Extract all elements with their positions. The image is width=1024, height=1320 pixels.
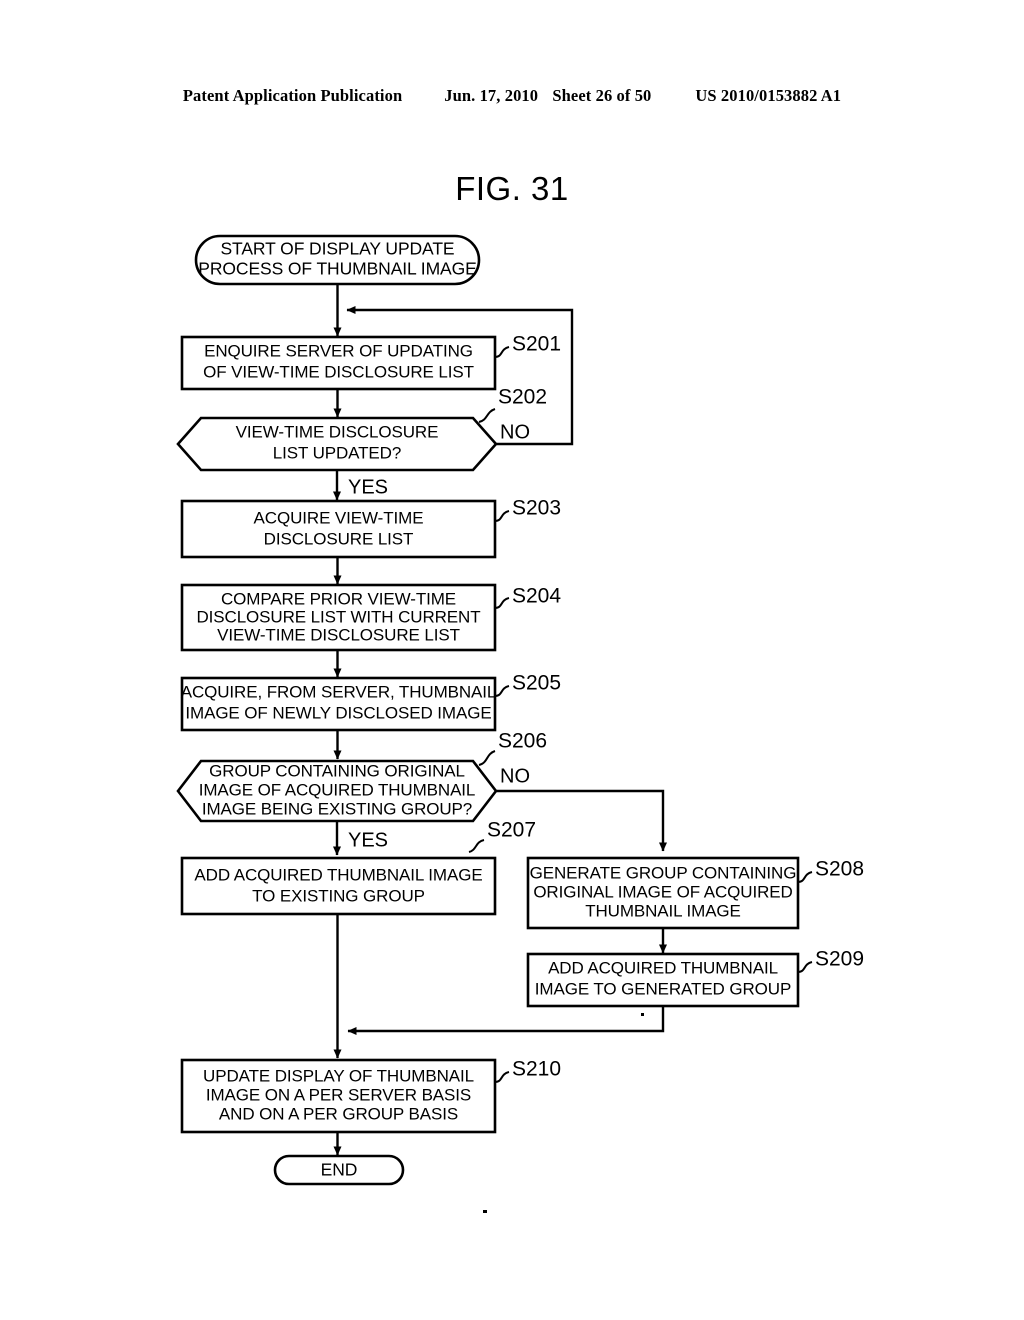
node-s205-line-1: ACQUIRE, FROM SERVER, THUMBNAIL	[181, 682, 497, 701]
node-s209-line-1: ADD ACQUIRED THUMBNAIL	[548, 958, 778, 977]
node-s206-line-3: IMAGE BEING EXISTING GROUP?	[202, 799, 472, 818]
node-s208-line-3: THUMBNAIL IMAGE	[585, 901, 741, 920]
node-s204-line-2: DISCLOSURE LIST WITH CURRENT	[196, 607, 480, 626]
step-ref-s203: S203	[512, 497, 561, 520]
node-s205-line-2: IMAGE OF NEWLY DISCLOSED IMAGE	[185, 703, 491, 722]
leader-s203	[494, 510, 510, 522]
node-s207-line-2: TO EXISTING GROUP	[252, 886, 425, 905]
node-s210-line-1: UPDATE DISPLAY OF THUMBNAIL	[203, 1066, 474, 1085]
leader-s210	[494, 1071, 510, 1083]
step-ref-s202: S202	[498, 386, 547, 409]
branch-label-s202-yes: YES	[348, 476, 388, 498]
node-s208: GENERATE GROUP CONTAINING ORIGINAL IMAGE…	[526, 856, 800, 930]
node-s201-line-2: OF VIEW-TIME DISCLOSURE LIST	[203, 362, 474, 381]
step-ref-s208: S208	[815, 858, 864, 881]
node-start-line-2: PROCESS OF THUMBNAIL IMAGE	[198, 259, 476, 279]
leader-s202	[478, 408, 496, 423]
scan-speck-2	[483, 1210, 487, 1213]
scan-speck-1	[641, 1013, 644, 1016]
node-end-label: END	[321, 1160, 358, 1180]
node-s204: COMPARE PRIOR VIEW-TIME DISCLOSURE LIST …	[180, 583, 497, 652]
branch-label-s202-no: NO	[500, 421, 530, 443]
leader-s206	[478, 750, 496, 766]
node-s206-line-2: IMAGE OF ACQUIRED THUMBNAIL	[199, 780, 476, 799]
node-s202-line-2: LIST UPDATED?	[273, 443, 401, 462]
node-s202: VIEW-TIME DISCLOSURE LIST UPDATED?	[176, 416, 498, 472]
leader-s205	[494, 685, 510, 697]
node-s202-line-1: VIEW-TIME DISCLOSURE	[236, 422, 439, 441]
node-s201: ENQUIRE SERVER OF UPDATING OF VIEW-TIME …	[180, 335, 497, 391]
node-s201-line-1: ENQUIRE SERVER OF UPDATING	[204, 341, 473, 360]
node-s210: UPDATE DISPLAY OF THUMBNAIL IMAGE ON A P…	[180, 1058, 497, 1134]
step-ref-s201: S201	[512, 333, 561, 356]
node-s209: ADD ACQUIRED THUMBNAIL IMAGE TO GENERATE…	[526, 952, 800, 1008]
leader-s201	[494, 346, 510, 358]
node-s210-line-3: AND ON A PER GROUP BASIS	[219, 1104, 458, 1123]
step-ref-s205: S205	[512, 672, 561, 695]
leader-s207	[468, 839, 485, 853]
step-ref-s204: S204	[512, 585, 561, 608]
leader-s209	[797, 961, 813, 973]
flowchart: START OF DISPLAY UPDATE PROCESS OF THUMB…	[0, 0, 1024, 1320]
step-ref-s209: S209	[815, 948, 864, 971]
node-s204-line-3: VIEW-TIME DISCLOSURE LIST	[217, 625, 460, 644]
node-s206: GROUP CONTAINING ORIGINAL IMAGE OF ACQUI…	[176, 759, 498, 823]
step-ref-s207: S207	[487, 819, 536, 842]
node-s203-line-1: ACQUIRE VIEW-TIME	[254, 508, 424, 527]
node-s203-line-2: DISCLOSURE LIST	[264, 529, 414, 548]
node-s210-line-2: IMAGE ON A PER SERVER BASIS	[206, 1085, 471, 1104]
node-start-line-1: START OF DISPLAY UPDATE	[220, 239, 454, 259]
step-ref-s206: S206	[498, 730, 547, 753]
node-s207: ADD ACQUIRED THUMBNAIL IMAGE TO EXISTING…	[180, 856, 497, 916]
node-start: START OF DISPLAY UPDATE PROCESS OF THUMB…	[194, 234, 481, 286]
node-s204-line-1: COMPARE PRIOR VIEW-TIME	[221, 589, 456, 608]
node-s209-line-2: IMAGE TO GENERATED GROUP	[535, 979, 791, 998]
node-s208-line-1: GENERATE GROUP CONTAINING	[530, 863, 797, 882]
node-s208-line-2: ORIGINAL IMAGE OF ACQUIRED	[533, 882, 792, 901]
node-s206-line-1: GROUP CONTAINING ORIGINAL	[209, 761, 465, 780]
branch-label-s206-no: NO	[500, 765, 530, 787]
branch-label-s206-yes: YES	[348, 829, 388, 851]
node-s205: ACQUIRE, FROM SERVER, THUMBNAIL IMAGE OF…	[180, 676, 497, 732]
node-end: END	[273, 1154, 405, 1186]
step-ref-s210: S210	[512, 1058, 561, 1081]
leader-s204	[494, 597, 510, 609]
node-s203: ACQUIRE VIEW-TIME DISCLOSURE LIST	[180, 499, 497, 559]
leader-s208	[797, 871, 813, 883]
node-s207-line-1: ADD ACQUIRED THUMBNAIL IMAGE	[194, 865, 482, 884]
edge-s209-merge-to-s210	[347, 1006, 665, 1035]
